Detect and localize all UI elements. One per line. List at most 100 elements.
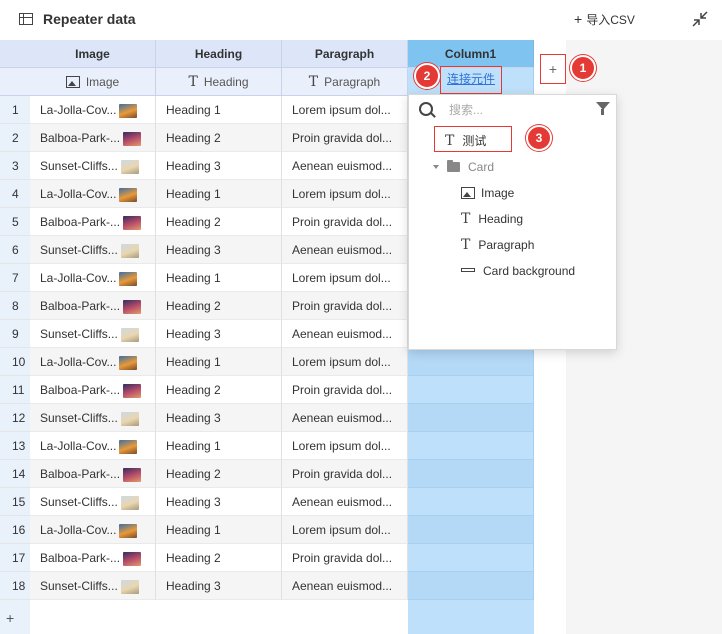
cell-paragraph[interactable]: Aenean euismod...	[282, 320, 408, 348]
column-image[interactable]: Image Image	[30, 40, 156, 96]
cell-image[interactable]: Balboa-Park-...	[30, 460, 156, 488]
cell-image[interactable]: Balboa-Park-...	[30, 544, 156, 572]
cell-paragraph[interactable]: Lorem ipsum dol...	[282, 432, 408, 460]
cell-column1[interactable]	[408, 348, 534, 376]
row-number[interactable]: 17	[0, 544, 30, 572]
cell-heading[interactable]: Heading 1	[156, 516, 282, 544]
row-number[interactable]: 18	[0, 572, 30, 600]
cell-heading[interactable]: Heading 3	[156, 404, 282, 432]
cell-paragraph[interactable]: Proin gravida dol...	[282, 292, 408, 320]
cell-column1[interactable]	[408, 376, 534, 404]
row-number[interactable]: 9	[0, 320, 30, 348]
cell-image[interactable]: Balboa-Park-...	[30, 208, 156, 236]
cell-column1[interactable]	[408, 572, 534, 600]
cell-image[interactable]: La-Jolla-Cov...	[30, 96, 156, 124]
row-number[interactable]: 5	[0, 208, 30, 236]
column-heading[interactable]: Heading T Heading	[156, 40, 282, 96]
filter-icon[interactable]	[596, 102, 610, 115]
cell-image[interactable]: Sunset-Cliffs...	[30, 152, 156, 180]
cell-image[interactable]: Balboa-Park-...	[30, 124, 156, 152]
cell-image[interactable]: Sunset-Cliffs...	[30, 572, 156, 600]
dropdown-item-paragraph[interactable]: T Paragraph	[461, 233, 534, 257]
cell-heading[interactable]: Heading 3	[156, 572, 282, 600]
cell-image[interactable]: Sunset-Cliffs...	[30, 488, 156, 516]
cell-paragraph[interactable]: Aenean euismod...	[282, 236, 408, 264]
dropdown-group-card[interactable]: Card	[433, 155, 494, 179]
cell-paragraph[interactable]: Aenean euismod...	[282, 152, 408, 180]
cell-image[interactable]: La-Jolla-Cov...	[30, 348, 156, 376]
column-type[interactable]: T Heading	[156, 68, 282, 96]
chevron-down-icon[interactable]	[433, 165, 439, 169]
row-number[interactable]: 7	[0, 264, 30, 292]
cell-heading[interactable]: Heading 3	[156, 152, 282, 180]
cell-image[interactable]: La-Jolla-Cov...	[30, 432, 156, 460]
cell-heading[interactable]: Heading 1	[156, 96, 282, 124]
cell-heading[interactable]: Heading 2	[156, 460, 282, 488]
collapse-icon[interactable]	[690, 9, 710, 29]
cell-heading[interactable]: Heading 2	[156, 544, 282, 572]
row-number[interactable]: 12	[0, 404, 30, 432]
row-number[interactable]: 2	[0, 124, 30, 152]
cell-paragraph[interactable]: Proin gravida dol...	[282, 208, 408, 236]
row-number[interactable]: 10	[0, 348, 30, 376]
cell-heading[interactable]: Heading 1	[156, 348, 282, 376]
row-number[interactable]: 16	[0, 516, 30, 544]
column-type[interactable]: Image	[30, 68, 156, 96]
cell-heading[interactable]: Heading 3	[156, 488, 282, 516]
cell-image[interactable]: Sunset-Cliffs...	[30, 404, 156, 432]
cell-heading[interactable]: Heading 2	[156, 208, 282, 236]
cell-paragraph[interactable]: Lorem ipsum dol...	[282, 264, 408, 292]
row-number[interactable]: 1	[0, 96, 30, 124]
row-number[interactable]: 11	[0, 376, 30, 404]
column-header-name[interactable]: Image	[30, 40, 156, 68]
add-column-button[interactable]: +	[540, 54, 566, 84]
cell-image[interactable]: Sunset-Cliffs...	[30, 320, 156, 348]
cell-image[interactable]: La-Jolla-Cov...	[30, 180, 156, 208]
row-number[interactable]: 8	[0, 292, 30, 320]
dropdown-item-card-background[interactable]: Card background	[461, 259, 575, 283]
cell-image[interactable]: Sunset-Cliffs...	[30, 236, 156, 264]
cell-paragraph[interactable]: Aenean euismod...	[282, 572, 408, 600]
row-number[interactable]: 6	[0, 236, 30, 264]
cell-image[interactable]: La-Jolla-Cov...	[30, 516, 156, 544]
cell-paragraph[interactable]: Lorem ipsum dol...	[282, 348, 408, 376]
row-number[interactable]: 4	[0, 180, 30, 208]
dropdown-item-image[interactable]: Image	[461, 181, 514, 205]
cell-paragraph[interactable]: Proin gravida dol...	[282, 544, 408, 572]
column-header-name[interactable]: Heading	[156, 40, 282, 68]
link-widget-link[interactable]: 连接元件	[440, 66, 502, 94]
cell-column1[interactable]	[408, 488, 534, 516]
cell-image[interactable]: Balboa-Park-...	[30, 292, 156, 320]
cell-paragraph[interactable]: Aenean euismod...	[282, 404, 408, 432]
cell-paragraph[interactable]: Lorem ipsum dol...	[282, 96, 408, 124]
cell-column1[interactable]	[408, 544, 534, 572]
cell-column1[interactable]	[408, 404, 534, 432]
cell-heading[interactable]: Heading 1	[156, 432, 282, 460]
cell-heading[interactable]: Heading 2	[156, 124, 282, 152]
row-number[interactable]: 14	[0, 460, 30, 488]
cell-heading[interactable]: Heading 3	[156, 236, 282, 264]
search-input[interactable]	[447, 99, 581, 121]
cell-heading[interactable]: Heading 1	[156, 180, 282, 208]
dropdown-item-heading[interactable]: T Heading	[461, 207, 523, 231]
cell-column1[interactable]	[408, 516, 534, 544]
cell-paragraph[interactable]: Lorem ipsum dol...	[282, 516, 408, 544]
column-type[interactable]: T Paragraph	[282, 68, 408, 96]
row-number[interactable]: 13	[0, 432, 30, 460]
cell-paragraph[interactable]: Lorem ipsum dol...	[282, 180, 408, 208]
add-row-button[interactable]: +	[6, 610, 14, 626]
cell-heading[interactable]: Heading 2	[156, 376, 282, 404]
cell-paragraph[interactable]: Proin gravida dol...	[282, 124, 408, 152]
cell-paragraph[interactable]: Proin gravida dol...	[282, 376, 408, 404]
cell-heading[interactable]: Heading 2	[156, 292, 282, 320]
cell-paragraph[interactable]: Aenean euismod...	[282, 488, 408, 516]
row-number[interactable]: 3	[0, 152, 30, 180]
cell-image[interactable]: Balboa-Park-...	[30, 376, 156, 404]
import-csv-button[interactable]: + 导入CSV	[574, 11, 635, 28]
cell-heading[interactable]: Heading 3	[156, 320, 282, 348]
cell-column1[interactable]	[408, 432, 534, 460]
cell-paragraph[interactable]: Proin gravida dol...	[282, 460, 408, 488]
cell-column1[interactable]	[408, 460, 534, 488]
row-number[interactable]: 15	[0, 488, 30, 516]
cell-image[interactable]: La-Jolla-Cov...	[30, 264, 156, 292]
